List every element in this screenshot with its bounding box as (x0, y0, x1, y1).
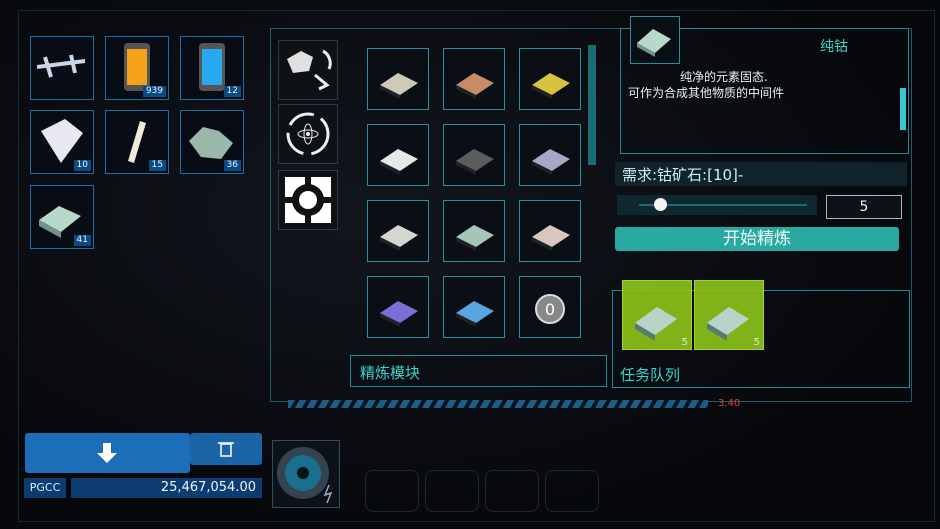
detail-scrollbar[interactable] (900, 88, 906, 130)
refine-module-label: 精炼模块 (360, 364, 421, 382)
empty-hex-slot (425, 470, 479, 512)
inventory-slot[interactable]: 12 (180, 36, 244, 100)
cobalt-ingot-icon (637, 29, 671, 57)
inventory-slot[interactable]: 41 (30, 185, 94, 249)
detail-description-line1: 纯净的元素固态. (680, 70, 768, 84)
start-refine-button[interactable]: 开始精炼 (615, 227, 899, 251)
ingot-icon (532, 225, 570, 251)
item-count: 36 (223, 160, 241, 171)
quantity-field[interactable]: 5 (826, 195, 902, 219)
drone-icon (277, 447, 333, 504)
recipe-slot[interactable] (519, 200, 581, 262)
inventory-slot[interactable]: 36 (180, 110, 244, 174)
trash-icon (218, 442, 234, 457)
recipe-slot[interactable] (443, 124, 505, 186)
empty-hex-slot (545, 470, 599, 512)
recipe-slot[interactable] (367, 48, 429, 110)
recipe-slot[interactable] (367, 124, 429, 186)
currency-amount: 25,467,054.00 (71, 478, 262, 498)
inventory-slot[interactable] (30, 36, 94, 100)
ingot-icon (380, 225, 418, 251)
slider-knob[interactable] (654, 198, 667, 211)
svg-text:0: 0 (545, 300, 555, 319)
queue-item[interactable]: 5 (694, 280, 764, 350)
item-count: 41 (73, 235, 91, 246)
inventory-slot[interactable]: 939 (105, 36, 169, 100)
ingot-icon (532, 149, 570, 175)
item-count: 12 (223, 86, 241, 97)
detail-description-line2: 可作为合成其他物质的中间件 (628, 86, 785, 100)
requirement-text: 需求:钴矿石:[10]- (622, 166, 744, 184)
recipe-slot[interactable] (519, 124, 581, 186)
detail-item-slot (630, 16, 680, 64)
recipe-slot[interactable] (367, 200, 429, 262)
arrow-down-icon (97, 443, 117, 463)
ingot-icon (380, 301, 418, 327)
inventory-slot[interactable]: 10 (30, 110, 94, 174)
progress-value: 3.40 (718, 398, 741, 409)
progress-strip (288, 400, 708, 408)
recipe-slot[interactable] (443, 200, 505, 262)
ingot-icon (532, 73, 570, 99)
ingot-icon (380, 73, 418, 99)
item-count: 15 (148, 160, 166, 171)
ingot-icon (456, 73, 494, 99)
queue-label: 任务队列 (620, 366, 681, 384)
currency-label: PGCC (24, 478, 66, 498)
ingot-icon (380, 149, 418, 175)
queue-item[interactable]: 5 (622, 280, 692, 350)
recipe-slot[interactable] (443, 276, 505, 338)
orb-icon: 0 (535, 294, 565, 324)
recipe-slot[interactable] (443, 48, 505, 110)
empty-hex-slot (485, 470, 539, 512)
queue-item-count: 5 (681, 337, 688, 348)
recipe-slot[interactable] (519, 48, 581, 110)
empty-hex-slot (365, 470, 419, 512)
ingot-icon (456, 225, 494, 251)
item-count: 10 (73, 160, 91, 171)
inventory-slot[interactable]: 15 (105, 110, 169, 174)
download-button[interactable] (25, 433, 190, 473)
delete-button[interactable] (190, 433, 262, 465)
item-count: 939 (142, 86, 166, 97)
recipe-scrollbar[interactable] (588, 45, 596, 165)
drone-slot[interactable] (272, 440, 340, 508)
ingot-icon (456, 301, 494, 327)
quantity-slider[interactable] (617, 195, 817, 215)
queue-item-count: 5 (753, 337, 760, 348)
detail-title: 纯钴 (820, 39, 848, 55)
recipe-slot[interactable]: 0 (519, 276, 581, 338)
crossbow-icon (36, 54, 86, 78)
recipe-slot[interactable] (367, 276, 429, 338)
ingot-icon (456, 149, 494, 175)
